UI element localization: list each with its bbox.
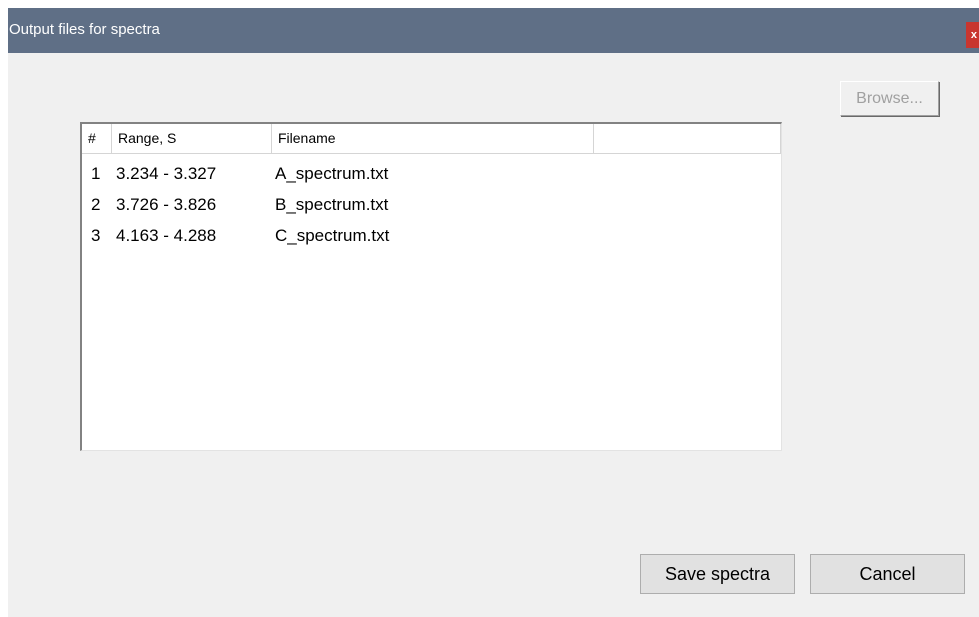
row-range: 3.726 - 3.826 — [116, 195, 217, 214]
list-row[interactable]: 1 3.234 - 3.327 A_spectrum.txt — [82, 158, 781, 189]
window-title: Output files for spectra — [9, 21, 160, 38]
close-icon: x — [970, 29, 977, 41]
row-number: 2 — [91, 195, 101, 214]
row-number: 3 — [91, 226, 101, 245]
title-bar[interactable]: Output files for spectra x — [8, 8, 979, 53]
row-filename: B_spectrum.txt — [275, 195, 389, 214]
browse-button[interactable]: Browse... — [840, 81, 939, 116]
column-header-range[interactable]: Range, S — [112, 124, 272, 153]
row-range: 4.163 - 4.288 — [116, 226, 217, 245]
list-row[interactable]: 3 4.163 - 4.288 C_spectrum.txt — [82, 220, 781, 251]
list-row[interactable]: 2 3.726 - 3.826 B_spectrum.txt — [82, 189, 781, 220]
column-header-filename[interactable]: Filename — [272, 124, 594, 153]
row-range: 3.234 - 3.327 — [116, 164, 217, 183]
spectra-file-list[interactable]: # Range, S Filename 1 3.234 - 3.327 A_sp… — [80, 122, 782, 451]
dialog-window: Output files for spectra x Browse... # R… — [8, 8, 979, 617]
row-number: 1 — [91, 164, 101, 183]
close-button[interactable]: x — [966, 22, 979, 48]
column-header-number[interactable]: # — [82, 124, 112, 153]
row-filename: A_spectrum.txt — [275, 164, 389, 183]
cancel-button[interactable]: Cancel — [810, 554, 965, 594]
row-filename: C_spectrum.txt — [275, 226, 390, 245]
list-header: # Range, S Filename — [82, 124, 781, 154]
save-spectra-button[interactable]: Save spectra — [640, 554, 795, 594]
column-header-empty[interactable] — [594, 124, 781, 153]
